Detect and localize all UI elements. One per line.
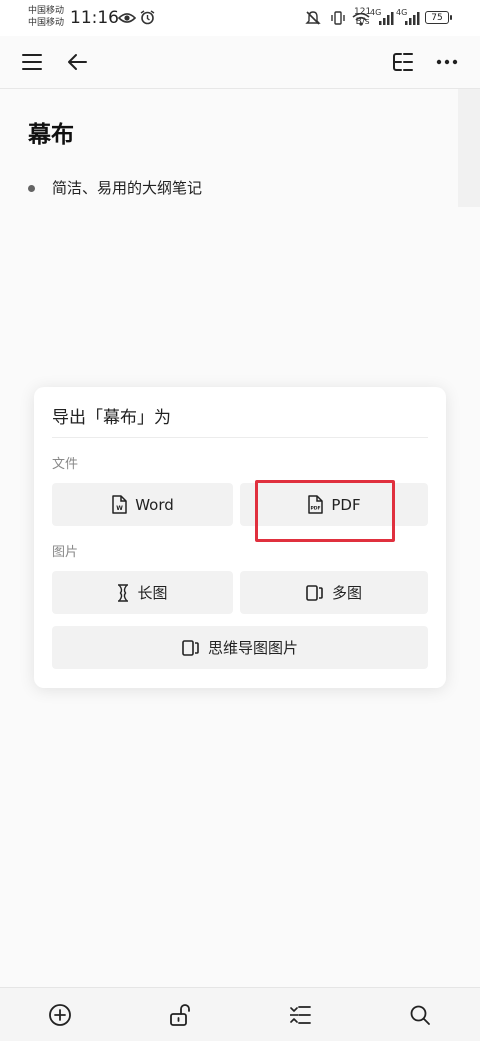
file-section-label: 文件	[52, 457, 79, 472]
unlock-icon[interactable]	[165, 1000, 195, 1030]
export-word-label: Word	[135, 495, 174, 514]
export-word-button[interactable]: W Word	[52, 483, 233, 526]
signal-1-icon	[378, 10, 394, 29]
battery-indicator: 75	[425, 11, 452, 24]
export-multi-image-label: 多图	[331, 584, 362, 602]
vibrate-icon	[330, 10, 346, 30]
wifi-signal-icon	[352, 11, 370, 30]
signal-2-icon	[404, 10, 420, 29]
image-section-label: 图片	[52, 545, 79, 560]
bottom-toolbar	[0, 987, 480, 1041]
clock: 11:16	[70, 8, 119, 28]
export-mindmap-image-button[interactable]: 思维导图图片	[52, 626, 428, 669]
svg-text:W: W	[116, 505, 123, 512]
export-multi-image-button[interactable]: 多图	[240, 571, 428, 614]
status-bar: 中国移动 中国移动 11:16 121 B/s 4G 4G 75	[0, 0, 480, 36]
word-file-icon: W	[111, 495, 127, 514]
pdf-highlight-box	[255, 480, 395, 542]
export-long-image-button[interactable]: 长图	[52, 571, 233, 614]
long-image-icon	[117, 583, 129, 602]
eye-icon	[117, 10, 137, 29]
carrier-info: 中国移动 中国移动	[28, 5, 64, 29]
carrier-1: 中国移动	[28, 6, 65, 16]
mute-icon	[305, 10, 321, 30]
carrier-2: 中国移动	[28, 18, 65, 28]
mindmap-image-icon	[182, 639, 200, 656]
indent-icon[interactable]	[285, 1000, 315, 1030]
alarm-icon	[140, 10, 155, 29]
add-icon[interactable]	[45, 1000, 75, 1030]
export-long-image-label: 长图	[137, 584, 168, 602]
search-icon[interactable]	[405, 1000, 435, 1030]
export-panel-title: 导出「幕布」为	[52, 408, 171, 428]
divider	[52, 437, 428, 438]
export-mindmap-image-label: 思维导图图片	[207, 639, 298, 657]
multi-image-icon	[306, 584, 324, 601]
